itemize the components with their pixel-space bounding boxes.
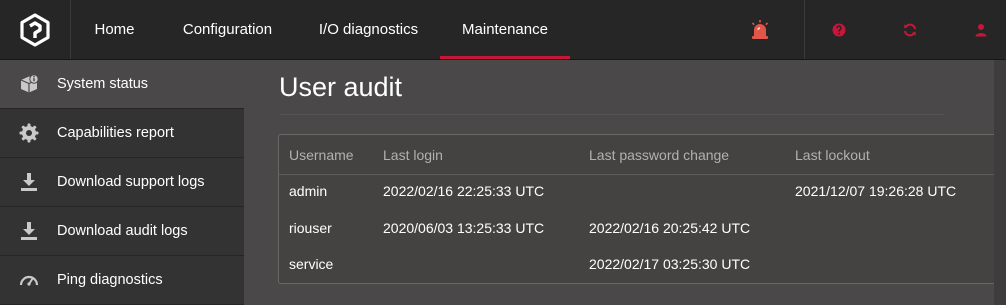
nav-configuration[interactable]: Configuration [158,0,297,59]
sidebar-item-label: Capabilities report [57,125,174,141]
column-header-last-lockout[interactable]: Last lockout [795,147,870,163]
box-info-icon [16,71,42,97]
main-content: User audit Username Last login Last pass… [244,60,1006,305]
sidebar-item-label: Ping diagnostics [57,272,163,288]
cell-username: admin [289,183,328,199]
nav-io-diagnostics[interactable]: I/O diagnostics [297,0,440,59]
help-button[interactable] [826,0,852,59]
cell-last-password-change: 2022/02/16 20:25:42 UTC [589,220,751,236]
cell-last-login: 2020/06/03 13:25:33 UTC [383,220,545,236]
top-navigation-bar: Home Configuration I/O diagnostics Maint… [0,0,1006,60]
download-icon [16,169,42,195]
topbar-divider [804,0,805,59]
sidebar-item-download-audit-logs[interactable]: Download audit logs [0,207,244,256]
table-header-row: Username Last login Last password change… [279,135,995,175]
column-header-last-password-change[interactable]: Last password change [589,147,729,163]
sidebar: System status Capabilities report Downlo… [0,60,244,305]
nav-maintenance-label: Maintenance [462,21,548,38]
gear-icon [16,120,42,146]
main-nav: Home Configuration I/O diagnostics Maint… [71,0,570,59]
alarm-button[interactable] [742,0,778,59]
sidebar-item-label: Download audit logs [57,223,188,239]
cell-username: service [289,256,334,272]
nav-configuration-label: Configuration [182,21,273,38]
help-icon [832,23,846,36]
sidebar-item-system-status[interactable]: System status [0,60,244,109]
vertical-scrollbar[interactable] [994,60,1006,305]
sidebar-item-ping-diagnostics[interactable]: Ping diagnostics [0,256,244,305]
cell-last-login: 2022/02/16 22:25:33 UTC [383,183,545,199]
logo-icon [20,12,50,47]
user-audit-table: Username Last login Last password change… [278,134,996,284]
title-divider [279,114,945,115]
sidebar-item-label: Download support logs [57,174,205,190]
refresh-button[interactable] [897,0,923,59]
column-header-last-login[interactable]: Last login [383,147,443,163]
nav-home[interactable]: Home [71,0,158,59]
sidebar-item-capabilities-report[interactable]: Capabilities report [0,109,244,158]
sidebar-item-download-support-logs[interactable]: Download support logs [0,158,244,207]
nav-io-diagnostics-label: I/O diagnostics [318,21,419,38]
alarm-siren-icon [751,19,769,39]
download-icon [16,218,42,244]
user-icon [975,23,987,36]
cell-last-password-change: 2022/02/17 03:25:30 UTC [589,256,751,272]
user-button[interactable] [968,0,994,59]
page-title: User audit [279,72,403,102]
app-logo[interactable] [0,0,71,59]
nav-maintenance[interactable]: Maintenance [440,0,570,59]
refresh-icon [904,23,916,36]
sidebar-item-label: System status [57,76,149,92]
column-header-username[interactable]: Username [289,147,354,163]
cell-username: riouser [289,220,332,236]
cell-last-lockout: 2021/12/07 19:26:28 UTC [795,183,957,199]
nav-home-label: Home [94,21,135,38]
gauge-icon [16,267,42,293]
